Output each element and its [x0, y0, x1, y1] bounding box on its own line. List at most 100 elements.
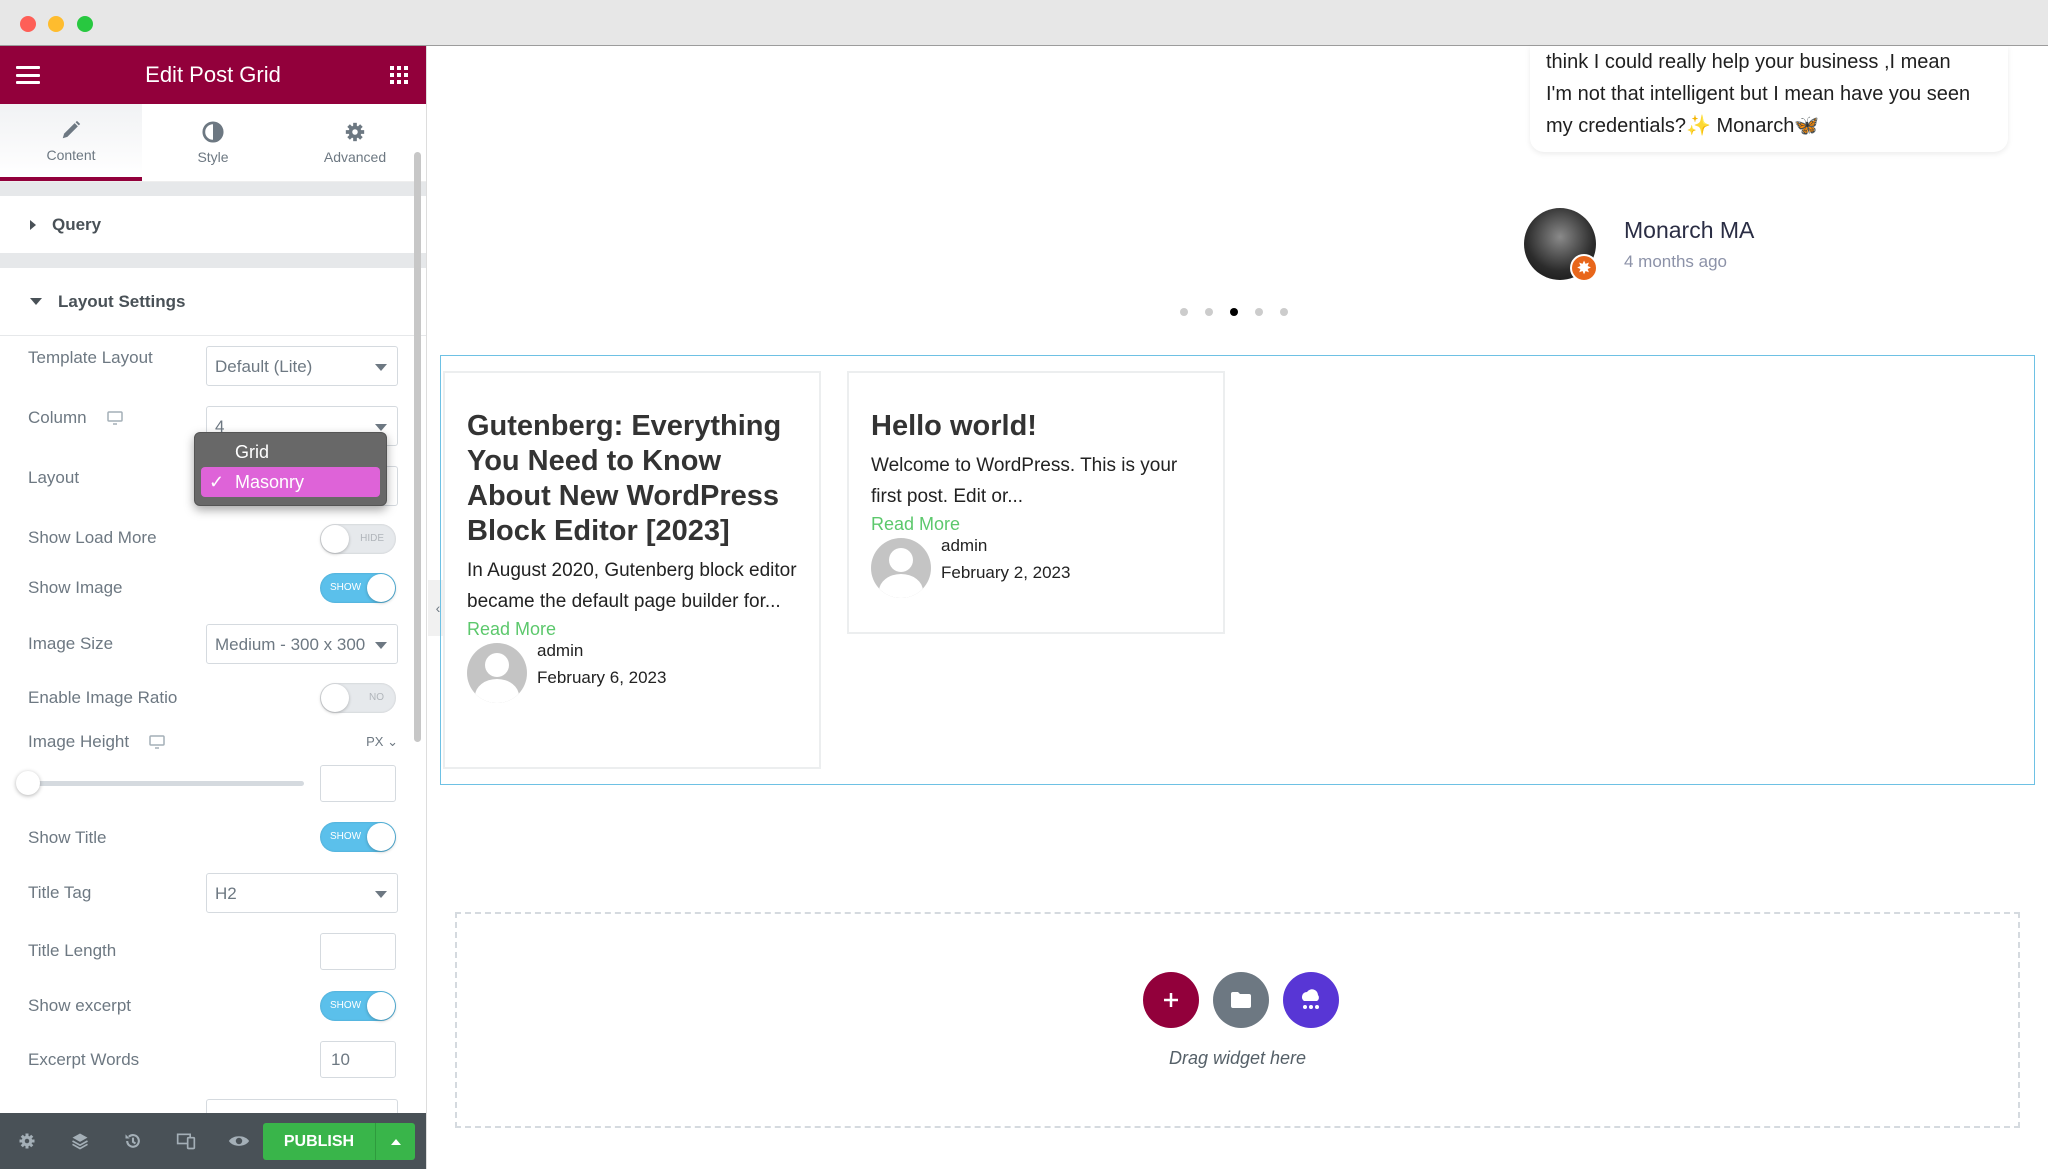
panel-tabs: Content Style Advanced: [0, 104, 426, 182]
gear-icon: [345, 122, 365, 141]
image-height-slider-track[interactable]: [22, 781, 304, 786]
control-image-height: Image Height PX ⌄: [28, 732, 398, 752]
title-length-input[interactable]: [320, 933, 396, 970]
add-template-button[interactable]: [1213, 972, 1269, 1028]
post-date: February 2, 2023: [941, 563, 1071, 582]
section-query[interactable]: Query: [0, 196, 426, 254]
post-grid-section[interactable]: Gutenberg: Everything You Need to Know A…: [440, 355, 2035, 785]
post-title[interactable]: Gutenberg: Everything You Need to Know A…: [467, 409, 797, 549]
show-load-more-label: Show Load More: [28, 528, 157, 547]
template-layout-select[interactable]: Default (Lite): [206, 346, 398, 386]
publish-options-button[interactable]: [376, 1123, 415, 1160]
panel-title: Edit Post Grid: [145, 62, 281, 87]
post-card: Hello world! Welcome to WordPress. This …: [847, 371, 1225, 634]
editor-panel: Edit Post Grid Content Style Advanced Qu…: [0, 46, 427, 1169]
window-titlebar: [0, 0, 2048, 46]
image-height-label: Image Height: [28, 732, 130, 751]
show-excerpt-label: Show excerpt: [28, 996, 131, 1015]
enable-image-ratio-label: Enable Image Ratio: [28, 688, 178, 707]
tab-content[interactable]: Content: [0, 104, 142, 181]
layout-option-grid[interactable]: Grid: [201, 437, 380, 467]
post-meta: admin February 2, 2023: [871, 536, 1201, 598]
caret-right-icon: [30, 219, 36, 230]
show-title-label: Show Title: [28, 828, 107, 847]
testimonial-line: think I could really help your business …: [1546, 51, 1951, 73]
author-time: 4 months ago: [1624, 251, 1728, 271]
cloud-kit-icon: [1302, 989, 1319, 1009]
tab-advanced-label: Advanced: [323, 148, 387, 165]
post-author: admin: [941, 536, 988, 555]
section-query-label: Query: [52, 214, 102, 234]
testimonial-line: I'm not that intelligent but I mean have…: [1546, 83, 1971, 105]
publish-button[interactable]: PUBLISH: [263, 1123, 376, 1160]
title-length-label: Title Length: [28, 941, 117, 960]
show-excerpt-toggle[interactable]: SHOW: [320, 991, 396, 1021]
author-avatar: ✸: [1524, 208, 1598, 282]
tab-content-label: Content: [46, 146, 96, 163]
grid-apps-icon[interactable]: [390, 66, 408, 84]
post-author: admin: [537, 641, 584, 660]
image-size-select[interactable]: Medium - 300 x 300: [206, 624, 398, 664]
layout-dropdown-menu: Grid ✓ Masonry: [194, 432, 387, 506]
checkmark-icon: ✓: [209, 471, 225, 492]
testimonial-card: think I could really help your business …: [1530, 46, 2008, 152]
post-meta: admin February 6, 2023: [467, 641, 797, 703]
folder-icon: [1231, 992, 1251, 1008]
add-section-button[interactable]: [1143, 972, 1199, 1028]
badge-icon: ✸: [1570, 254, 1598, 282]
minimize-window-button[interactable]: [48, 16, 64, 32]
hamburger-icon[interactable]: [16, 66, 40, 84]
widget-dropzone[interactable]: Drag widget here: [455, 912, 2020, 1128]
show-image-toggle[interactable]: SHOW: [320, 573, 396, 603]
carousel-dot[interactable]: [1280, 308, 1288, 316]
section-divider: [0, 254, 426, 268]
post-date: February 6, 2023: [537, 668, 667, 687]
image-height-slider-handle[interactable]: [16, 771, 40, 795]
responsive-icon[interactable]: [173, 1128, 199, 1154]
section-layout-label: Layout Settings: [58, 291, 186, 311]
carousel-dot[interactable]: [1255, 308, 1263, 316]
panel-scrollbar[interactable]: [414, 152, 421, 742]
close-window-button[interactable]: [20, 16, 36, 32]
title-tag-select[interactable]: H2: [206, 873, 398, 913]
excerpt-words-input[interactable]: 10: [320, 1041, 396, 1078]
publish-button-group: PUBLISH: [263, 1123, 415, 1160]
history-icon[interactable]: [120, 1128, 146, 1154]
title-tag-label: Title Tag: [28, 883, 92, 902]
preview-eye-icon[interactable]: [226, 1128, 252, 1154]
tab-style-label: Style: [197, 148, 229, 165]
maximize-window-button[interactable]: [77, 16, 93, 32]
tab-style[interactable]: Style: [142, 104, 284, 181]
carousel-dot-active[interactable]: [1230, 308, 1238, 316]
desktop-icon[interactable]: [149, 734, 165, 750]
desktop-icon[interactable]: [106, 410, 123, 426]
carousel-dots: [1180, 308, 1288, 316]
image-size-label: Image Size: [28, 634, 114, 653]
carousel-dot[interactable]: [1205, 308, 1213, 316]
column-label: Column: [28, 408, 87, 427]
enable-image-ratio-toggle[interactable]: NO: [320, 683, 396, 713]
show-load-more-toggle[interactable]: HIDE: [320, 524, 396, 554]
post-card: Gutenberg: Everything You Need to Know A…: [443, 371, 821, 769]
panel-header: Edit Post Grid: [0, 46, 426, 104]
tab-advanced[interactable]: Advanced: [284, 104, 426, 181]
settings-icon[interactable]: [14, 1128, 40, 1154]
show-title-toggle[interactable]: SHOW: [320, 822, 396, 852]
section-layout-settings[interactable]: Layout Settings: [0, 268, 426, 336]
template-kit-button[interactable]: [1283, 972, 1339, 1028]
unit-select[interactable]: PX ⌄: [366, 734, 398, 750]
testimonial-author: ✸ Monarch MA 4 months ago: [1524, 208, 1754, 282]
layout-option-masonry[interactable]: ✓ Masonry: [201, 467, 380, 497]
layout-label: Layout: [28, 468, 80, 487]
layers-icon[interactable]: [67, 1128, 93, 1154]
section-divider: [0, 182, 426, 196]
plus-icon: [1164, 993, 1178, 1007]
dropzone-text: Drag widget here: [1168, 1048, 1307, 1068]
show-image-label: Show Image: [28, 578, 123, 597]
template-layout-label: Template Layout: [28, 348, 153, 367]
carousel-dot[interactable]: [1180, 308, 1188, 316]
image-height-input[interactable]: [320, 765, 396, 802]
post-title[interactable]: Hello world!: [871, 409, 1201, 444]
pencil-icon: [62, 120, 81, 138]
excerpt-words-label: Excerpt Words: [28, 1050, 140, 1069]
